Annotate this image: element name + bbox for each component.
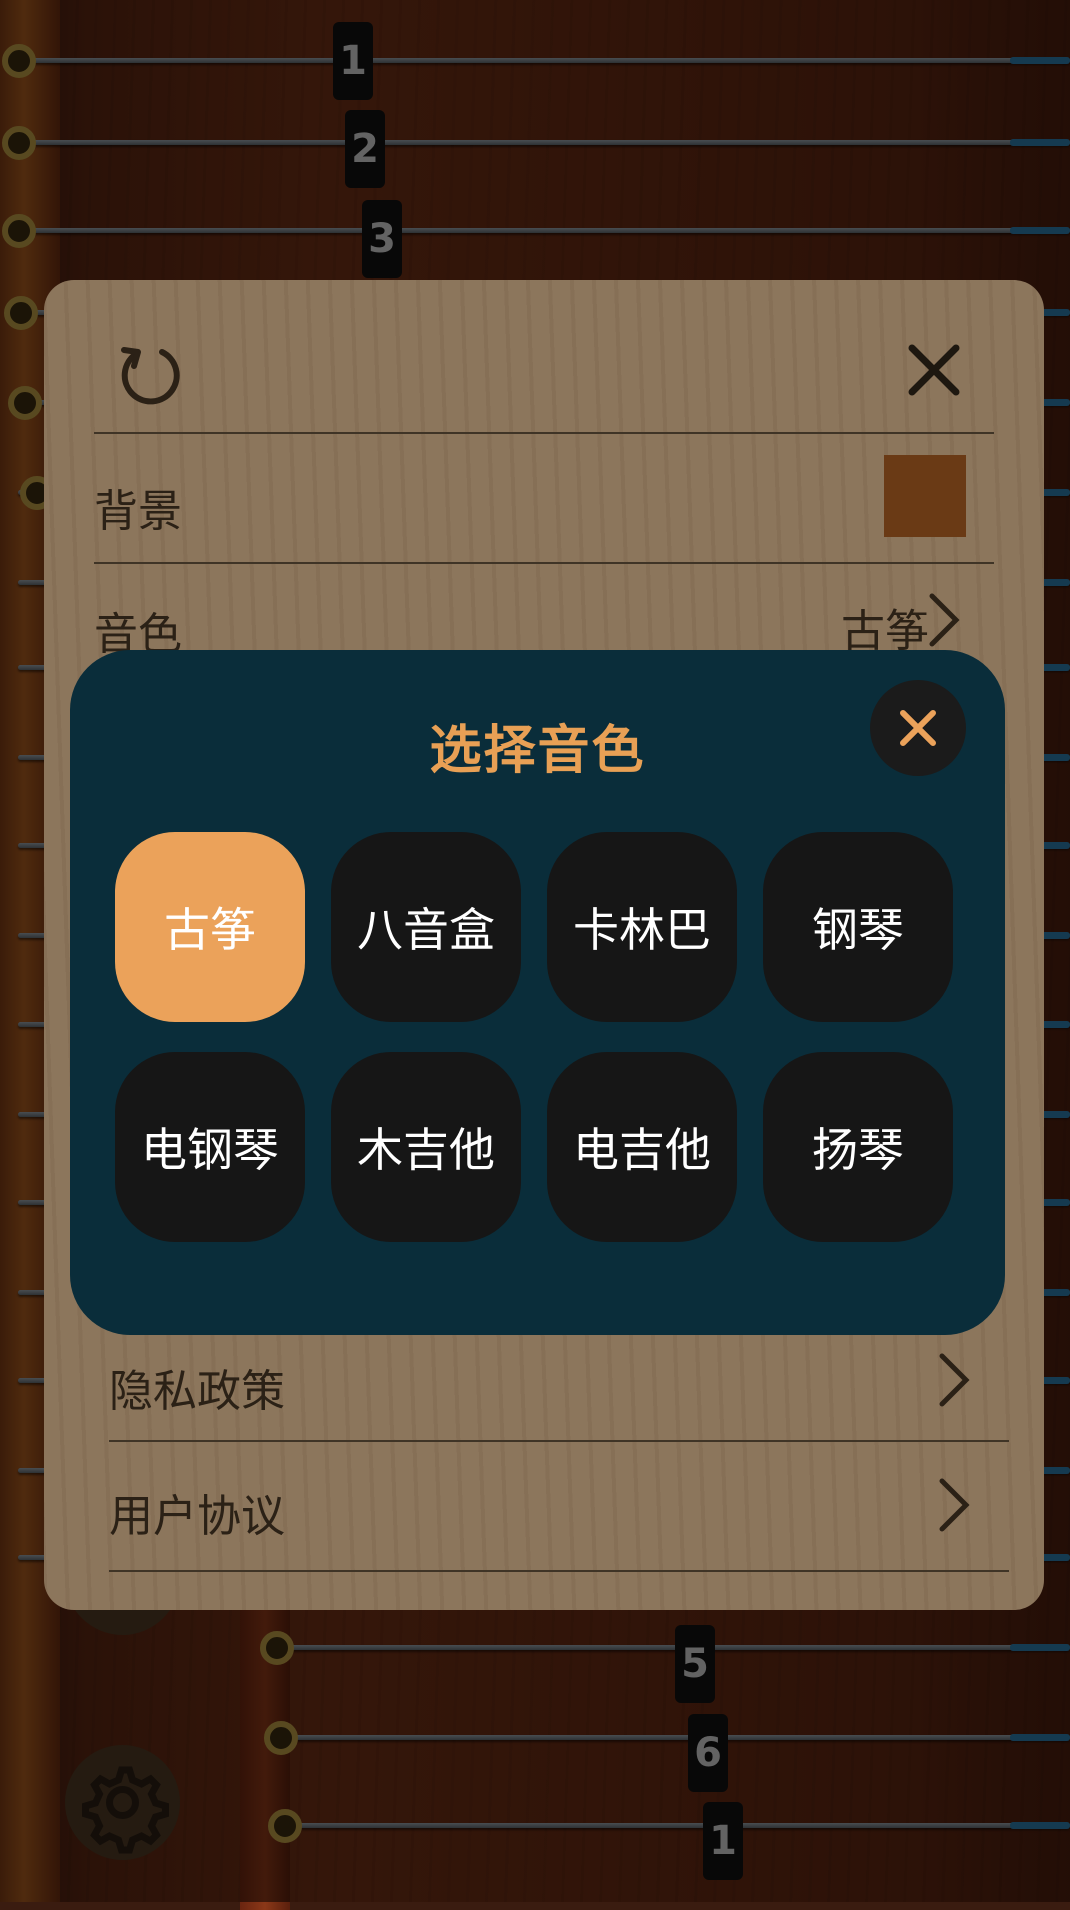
background-color-swatch[interactable] (884, 455, 966, 537)
timbre-picker-dialog: 选择音色 古筝 八音盒 卡林巴 钢琴 电钢琴 木吉他 电吉他 扬琴 (70, 650, 1005, 1335)
refresh-icon (121, 347, 180, 405)
timbre-option-kalimba[interactable]: 卡林巴 (547, 832, 737, 1022)
chevron-right-icon (929, 593, 960, 647)
timbre-option-piano[interactable]: 钢琴 (763, 832, 953, 1022)
divider (109, 1570, 1009, 1572)
settings-row-privacy[interactable]: 隐私政策 (109, 1355, 285, 1419)
settings-close-button[interactable] (894, 330, 974, 410)
timbre-option-music-box[interactable]: 八音盒 (331, 832, 521, 1022)
close-icon (908, 344, 960, 396)
timbre-option-guzheng[interactable]: 古筝 (115, 832, 305, 1022)
chevron-right-icon (939, 1353, 970, 1407)
chevron-right-icon (939, 1478, 970, 1532)
divider (94, 432, 994, 434)
timbre-options-grid: 古筝 八音盒 卡林巴 钢琴 电钢琴 木吉他 电吉他 扬琴 (115, 832, 960, 1242)
close-icon (900, 710, 936, 746)
timbre-option-electric-guitar[interactable]: 电吉他 (547, 1052, 737, 1242)
reset-button[interactable] (114, 340, 184, 410)
settings-row-agreement[interactable]: 用户协议 (109, 1480, 285, 1544)
settings-row-label: 背景 (94, 486, 182, 537)
divider (109, 1440, 1009, 1442)
divider (94, 562, 994, 564)
picker-close-button[interactable] (870, 680, 966, 776)
timbre-option-electric-piano[interactable]: 电钢琴 (115, 1052, 305, 1242)
timbre-option-acoustic-guitar[interactable]: 木吉他 (331, 1052, 521, 1242)
timbre-option-yangqin[interactable]: 扬琴 (763, 1052, 953, 1242)
picker-title: 选择音色 (429, 721, 646, 781)
